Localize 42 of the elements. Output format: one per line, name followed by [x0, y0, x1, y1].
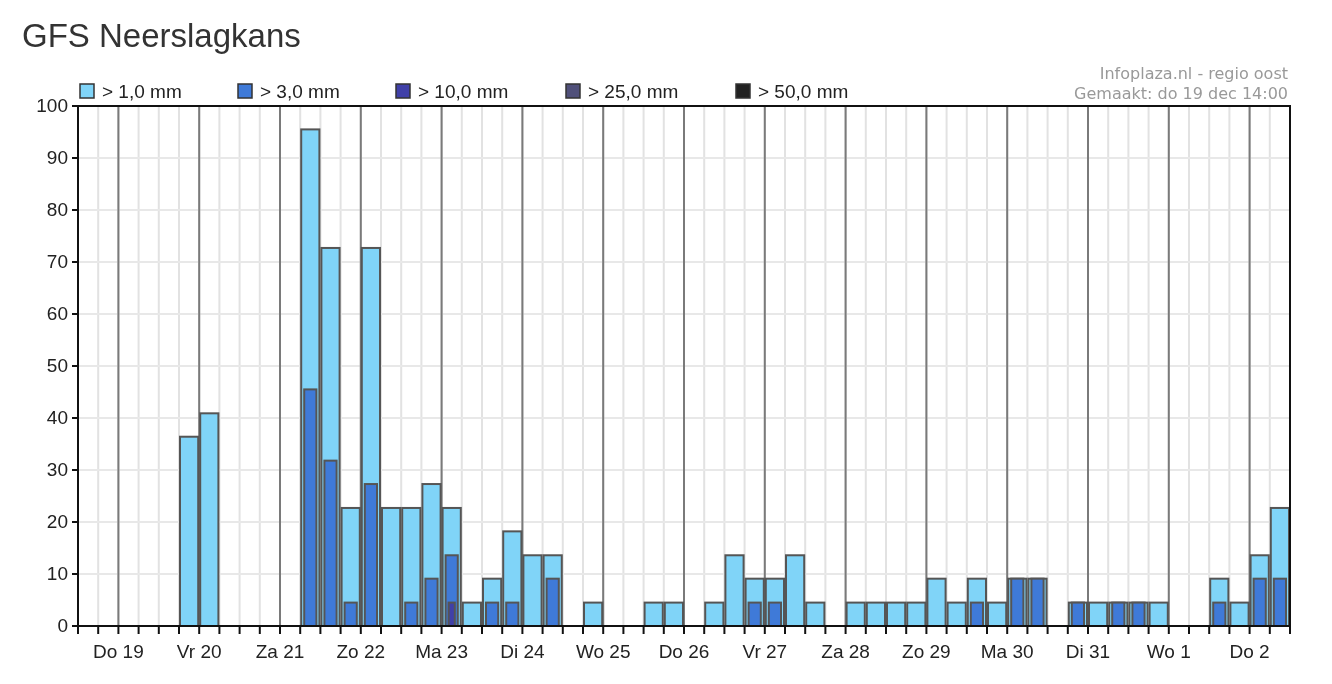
legend-label: > 10,0 mm: [418, 81, 509, 102]
x-tick-label: Zo 29: [902, 641, 951, 662]
x-tick-label: Vr 20: [176, 641, 222, 662]
legend-label: > 1,0 mm: [102, 81, 182, 102]
bar: [583, 601, 604, 627]
bar: [886, 601, 907, 627]
x-tick-label: Do 26: [658, 641, 710, 662]
bar: [1088, 601, 1109, 627]
source-text: Infoplaza.nl - regio oost: [1099, 64, 1288, 83]
legend-label: > 50,0 mm: [758, 81, 849, 102]
x-tick-label: Zo 22: [336, 641, 386, 662]
y-tick-label: 30: [46, 459, 68, 480]
x-tick-label: Do 2: [1229, 641, 1270, 662]
x-tick-label: Do 19: [93, 641, 144, 662]
bar: [1148, 601, 1169, 627]
y-tick-label: 40: [46, 407, 68, 428]
y-tick-label: 50: [46, 355, 68, 376]
y-tick-label: 70: [46, 251, 68, 272]
y-tick-label: 60: [46, 303, 68, 324]
bar: [865, 601, 886, 627]
y-tick-label: 80: [46, 199, 68, 220]
bar: [663, 601, 684, 627]
x-tick-label: Ma 30: [980, 641, 1034, 662]
y-tick-label: 90: [46, 147, 68, 168]
x-tick-label: Ma 23: [415, 641, 468, 662]
y-tick-label: 20: [46, 511, 68, 532]
legend-label: > 3,0 mm: [260, 81, 340, 102]
timestamp-text: Gemaakt: do 19 dec 14:00: [1074, 84, 1288, 103]
y-tick-label: 100: [36, 95, 68, 116]
x-tick-label: Di 31: [1065, 641, 1111, 662]
bar: [643, 601, 664, 627]
x-tick-label: Za 21: [255, 641, 305, 662]
chart-title: GFS Neerslagkans: [21, 16, 302, 56]
y-tick-label: 10: [46, 563, 68, 584]
legend-label: > 25,0 mm: [588, 81, 679, 102]
bar: [845, 601, 866, 627]
x-tick-label: Wo 1: [1146, 641, 1191, 662]
x-tick-label: Di 24: [500, 641, 545, 662]
y-tick-label: 0: [57, 615, 68, 636]
x-tick-label: Wo 25: [575, 641, 631, 662]
x-tick-label: Vr 27: [742, 641, 788, 662]
x-tick-label: Za 28: [821, 641, 870, 662]
